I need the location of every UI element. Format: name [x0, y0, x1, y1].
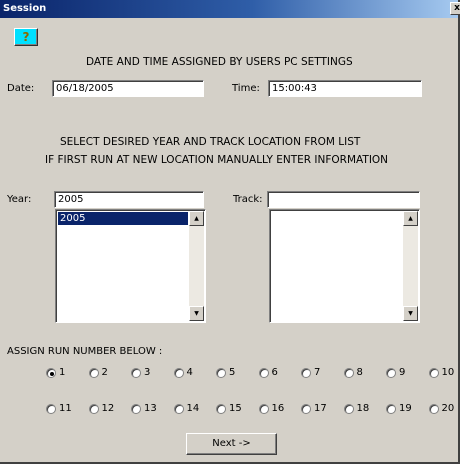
time-label: Time:: [232, 83, 260, 94]
radio-circle-icon[interactable]: [46, 368, 56, 378]
scroll-down-arrow-icon[interactable]: ▼: [189, 306, 204, 321]
run-number-label: 11: [59, 403, 72, 414]
run-number-label: 7: [314, 367, 321, 378]
run-number-heading: ASSIGN RUN NUMBER BELOW :: [7, 346, 163, 357]
session-window: Session x ? DATE AND TIME ASSIGNED BY US…: [0, 0, 460, 464]
radio-circle-icon[interactable]: [173, 368, 184, 378]
run-number-radio-19[interactable]: 19: [386, 402, 430, 416]
run-number-label: 10: [441, 367, 455, 378]
run-number-radio-6[interactable]: 6: [258, 366, 303, 380]
radio-circle-icon[interactable]: [46, 404, 56, 414]
run-number-radio-5[interactable]: 5: [216, 366, 260, 380]
run-number-radio-9[interactable]: 9: [386, 366, 430, 380]
run-number-label: 20: [441, 403, 455, 414]
radio-circle-icon[interactable]: [258, 368, 269, 378]
radio-circle-icon[interactable]: [173, 404, 184, 414]
radio-circle-icon[interactable]: [386, 404, 396, 414]
run-number-radio-16[interactable]: 16: [258, 402, 303, 416]
run-number-radio-17[interactable]: 17: [301, 402, 345, 416]
radio-circle-icon[interactable]: [301, 368, 311, 378]
year-list[interactable]: 2005 ▲ ▼: [55, 209, 206, 323]
run-number-label: 16: [271, 403, 285, 414]
window-title: Session: [3, 3, 47, 14]
run-number-radio-1[interactable]: 1: [46, 366, 90, 380]
radio-circle-icon[interactable]: [386, 368, 396, 378]
run-number-radio-2[interactable]: 2: [88, 366, 133, 380]
run-number-radio-10[interactable]: 10: [428, 366, 460, 380]
run-number-label: 2: [101, 367, 108, 378]
run-number-radio-18[interactable]: 18: [343, 402, 388, 416]
run-number-radio-15[interactable]: 15: [216, 402, 260, 416]
run-number-radio-7[interactable]: 7: [301, 366, 345, 380]
run-number-label: 8: [356, 367, 363, 378]
run-number-radio-3[interactable]: 3: [131, 366, 175, 380]
run-number-label: 3: [144, 367, 151, 378]
year-field[interactable]: 2005: [54, 191, 204, 208]
radio-circle-icon[interactable]: [216, 368, 226, 378]
run-number-radio-14[interactable]: 14: [173, 402, 218, 416]
run-number-label: 17: [314, 403, 327, 414]
run-number-label: 14: [186, 403, 200, 414]
title-bar: Session x: [0, 0, 460, 18]
year-list-scrollbar[interactable]: ▲ ▼: [189, 211, 204, 321]
select-heading-line2: IF FIRST RUN AT NEW LOCATION MANUALLY EN…: [45, 154, 389, 166]
run-number-label: 5: [229, 367, 236, 378]
run-number-label: 13: [144, 403, 157, 414]
datetime-heading: DATE AND TIME ASSIGNED BY USERS PC SETTI…: [86, 56, 353, 68]
run-number-label: 6: [271, 367, 278, 378]
run-number-label: 1: [59, 367, 66, 378]
scroll-up-arrow-icon[interactable]: ▲: [189, 211, 204, 226]
radio-circle-icon[interactable]: [428, 404, 439, 414]
scroll-up-arrow-icon[interactable]: ▲: [403, 211, 418, 226]
track-field[interactable]: [267, 191, 420, 208]
run-number-label: 19: [399, 403, 412, 414]
run-number-label: 4: [186, 367, 193, 378]
radio-circle-icon[interactable]: [88, 404, 99, 414]
next-button[interactable]: Next ->: [186, 433, 277, 455]
track-label: Track:: [233, 194, 263, 205]
help-button[interactable]: ?: [14, 28, 38, 46]
run-number-label: 15: [229, 403, 242, 414]
select-heading-line1: SELECT DESIRED YEAR AND TRACK LOCATION F…: [60, 136, 361, 148]
year-label: Year:: [7, 194, 32, 205]
run-number-radio-12[interactable]: 12: [88, 402, 133, 416]
run-number-radio-4[interactable]: 4: [173, 366, 218, 380]
date-field[interactable]: 06/18/2005: [52, 80, 204, 97]
run-number-radio-8[interactable]: 8: [343, 366, 388, 380]
run-number-label: 9: [399, 367, 406, 378]
radio-circle-icon[interactable]: [343, 368, 354, 378]
radio-circle-icon[interactable]: [131, 368, 141, 378]
radio-circle-icon[interactable]: [428, 368, 439, 378]
run-number-radio-13[interactable]: 13: [131, 402, 175, 416]
date-label: Date:: [7, 83, 35, 94]
scroll-down-arrow-icon[interactable]: ▼: [403, 306, 418, 321]
radio-circle-icon[interactable]: [301, 404, 311, 414]
run-number-radio-20[interactable]: 20: [428, 402, 460, 416]
close-button[interactable]: x: [450, 2, 460, 15]
run-number-label: 18: [356, 403, 370, 414]
question-mark-icon: ?: [22, 30, 30, 44]
radio-circle-icon[interactable]: [258, 404, 269, 414]
radio-circle-icon[interactable]: [343, 404, 354, 414]
run-number-label: 12: [101, 403, 115, 414]
track-list-scrollbar[interactable]: ▲ ▼: [403, 211, 418, 321]
year-list-item[interactable]: 2005: [58, 212, 188, 225]
radio-circle-icon[interactable]: [216, 404, 226, 414]
radio-circle-icon[interactable]: [131, 404, 141, 414]
run-number-radio-11[interactable]: 11: [46, 402, 90, 416]
radio-circle-icon[interactable]: [88, 368, 99, 378]
time-field[interactable]: 15:00:43: [268, 80, 422, 97]
track-list[interactable]: ▲ ▼: [269, 209, 420, 323]
